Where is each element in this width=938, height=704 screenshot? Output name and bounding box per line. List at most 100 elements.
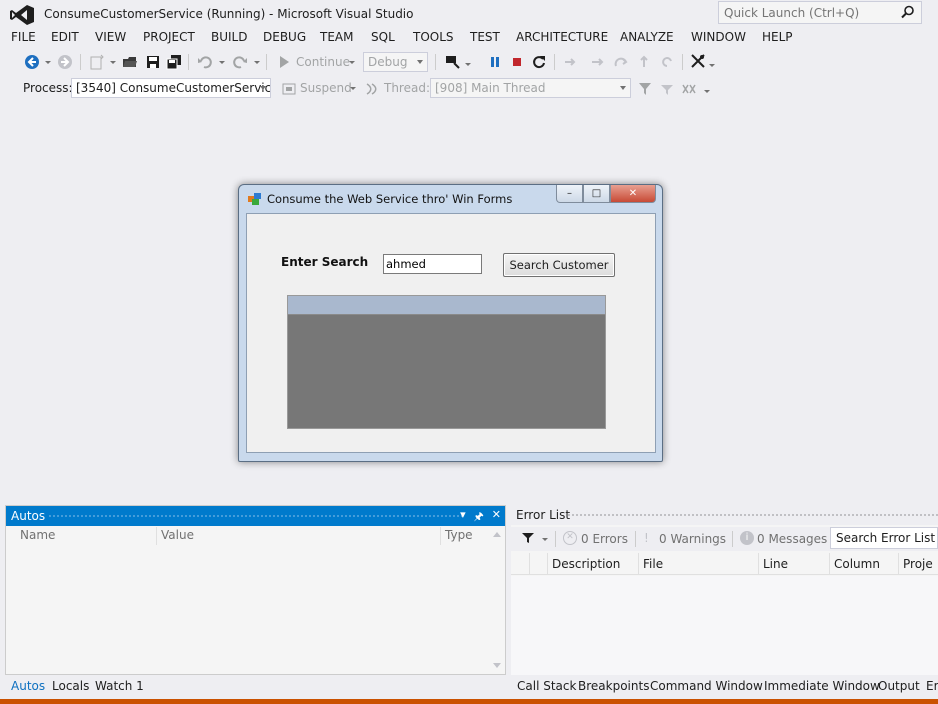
tab-autos[interactable]: Autos <box>11 679 45 693</box>
filter-icon[interactable] <box>522 532 534 544</box>
error-list-body <box>511 576 938 675</box>
step-out-icon[interactable] <box>636 54 652 70</box>
new-dropdown-icon[interactable] <box>110 61 116 64</box>
save-all-icon[interactable] <box>166 54 182 70</box>
column-divider <box>829 553 830 575</box>
continue-play-icon[interactable] <box>276 54 292 70</box>
menu-architecture[interactable]: ARCHITECTURE <box>516 30 608 44</box>
menu-debug[interactable]: DEBUG <box>263 30 306 44</box>
errors-filter-button[interactable]: 0 Errors <box>581 532 628 546</box>
toggle-flag-icon[interactable] <box>637 81 653 97</box>
attach-process-icon[interactable] <box>444 53 460 69</box>
thread-combo[interactable]: [908] Main Thread <box>430 78 631 98</box>
menu-analyze[interactable]: ANALYZE <box>620 30 674 44</box>
tab-error-list[interactable]: Er <box>926 679 938 693</box>
scroll-up-icon[interactable] <box>493 532 501 537</box>
customer-data-grid[interactable] <box>287 295 606 429</box>
navigate-forward-icon[interactable] <box>57 54 73 70</box>
break-all-pause-icon[interactable] <box>487 54 503 70</box>
show-next-statement-icon[interactable] <box>562 54 578 70</box>
autos-column-value[interactable]: Value <box>161 528 194 542</box>
menu-build[interactable]: BUILD <box>211 30 247 44</box>
attach-dropdown-icon[interactable] <box>465 63 471 66</box>
menu-help[interactable]: HELP <box>762 30 793 44</box>
step-back-icon[interactable] <box>659 54 675 70</box>
menu-project[interactable]: PROJECT <box>143 30 195 44</box>
toolbar-separator <box>555 531 556 547</box>
tab-command-window[interactable]: Command Window <box>650 679 763 693</box>
tab-output[interactable]: Output <box>878 679 920 693</box>
step-into-icon[interactable] <box>590 54 606 70</box>
close-button[interactable]: ✕ <box>610 185 656 203</box>
search-customer-button[interactable]: Search Customer <box>503 253 615 277</box>
menu-test[interactable]: TEST <box>470 30 500 44</box>
stop-debugging-icon[interactable] <box>509 54 525 70</box>
continue-dropdown-icon[interactable] <box>349 61 355 64</box>
close-icon[interactable]: ✕ <box>492 508 501 527</box>
hex-display-icon[interactable] <box>690 53 706 69</box>
panel-dropdown-icon[interactable]: ▾ <box>460 508 466 527</box>
toolbar-overflow-icon[interactable] <box>709 64 715 67</box>
error-column-line[interactable]: Line <box>763 557 788 571</box>
menu-team[interactable]: TEAM <box>320 30 353 44</box>
search-icon[interactable] <box>901 5 915 19</box>
menu-view[interactable]: VIEW <box>95 30 126 44</box>
toolbar-separator <box>188 54 189 70</box>
save-icon[interactable] <box>145 54 161 70</box>
warnings-filter-button[interactable]: 0 Warnings <box>659 532 726 546</box>
quick-launch-input[interactable] <box>719 2 889 23</box>
search-input[interactable] <box>383 254 482 274</box>
menu-tools[interactable]: TOOLS <box>413 30 454 44</box>
pin-icon[interactable]: 🖈 <box>474 508 484 527</box>
autos-column-name[interactable]: Name <box>20 528 55 542</box>
autos-column-type[interactable]: Type <box>445 528 473 542</box>
menu-file[interactable]: FILE <box>11 30 36 44</box>
tab-immediate-window[interactable]: Immediate Window <box>764 679 880 693</box>
error-column-column[interactable]: Column <box>834 557 880 571</box>
messages-filter-button[interactable]: 0 Messages <box>757 532 827 546</box>
step-over-icon[interactable] <box>613 54 629 70</box>
suspend-dropdown-icon[interactable] <box>350 87 356 90</box>
menu-sql[interactable]: SQL <box>371 30 395 44</box>
search-error-list-input[interactable]: Search Error List <box>830 527 938 549</box>
panel-grip <box>567 513 938 518</box>
title-bar: ConsumeCustomerService (Running) - Micro… <box>0 0 938 28</box>
process-combo[interactable]: [3540] ConsumeCustomerService.v <box>71 78 271 98</box>
restart-icon[interactable] <box>531 54 547 70</box>
new-project-icon[interactable] <box>89 54 105 70</box>
scroll-down-icon[interactable] <box>493 663 501 668</box>
winform-caption-buttons: – □ ✕ <box>556 185 656 204</box>
open-file-icon[interactable] <box>122 54 138 70</box>
minimize-button[interactable]: – <box>556 185 583 203</box>
tab-watch-1[interactable]: Watch 1 <box>95 679 144 693</box>
toolbar-overflow-icon[interactable] <box>704 90 710 93</box>
redo-icon[interactable] <box>232 54 248 70</box>
column-divider <box>547 553 548 575</box>
undo-dropdown-icon[interactable] <box>219 61 225 64</box>
autos-title-bar: Autos ▾ 🖈 ✕ <box>6 506 505 526</box>
info-icon: i <box>740 531 754 545</box>
menu-window[interactable]: WINDOW <box>691 30 746 44</box>
tab-breakpoints[interactable]: Breakpoints <box>578 679 649 693</box>
filter-dropdown-icon[interactable] <box>542 538 548 541</box>
flag-filter-icon[interactable] <box>659 81 675 97</box>
suspend-button[interactable]: Suspend <box>300 81 352 95</box>
suspend-icon[interactable] <box>281 81 297 97</box>
navigate-back-icon[interactable] <box>24 54 40 70</box>
error-column-project[interactable]: Proje <box>903 557 933 571</box>
error-column-description[interactable]: Description <box>552 557 620 571</box>
redo-dropdown-icon[interactable] <box>254 61 260 64</box>
quick-launch-box[interactable] <box>718 1 922 24</box>
toolbar-separator <box>732 531 733 547</box>
maximize-button[interactable]: □ <box>583 185 610 203</box>
error-column-file[interactable]: File <box>643 557 663 571</box>
tab-call-stack[interactable]: Call Stack <box>517 679 576 693</box>
tab-locals[interactable]: Locals <box>52 679 89 693</box>
menu-edit[interactable]: EDIT <box>51 30 79 44</box>
undo-icon[interactable] <box>197 54 213 70</box>
thread-value: [908] Main Thread <box>435 81 546 95</box>
solution-configuration-combo[interactable]: Debug <box>363 52 428 72</box>
show-flagged-threads-icon[interactable] <box>681 81 697 97</box>
continue-button[interactable]: Continue <box>296 55 350 69</box>
back-dropdown-icon[interactable] <box>45 61 51 64</box>
